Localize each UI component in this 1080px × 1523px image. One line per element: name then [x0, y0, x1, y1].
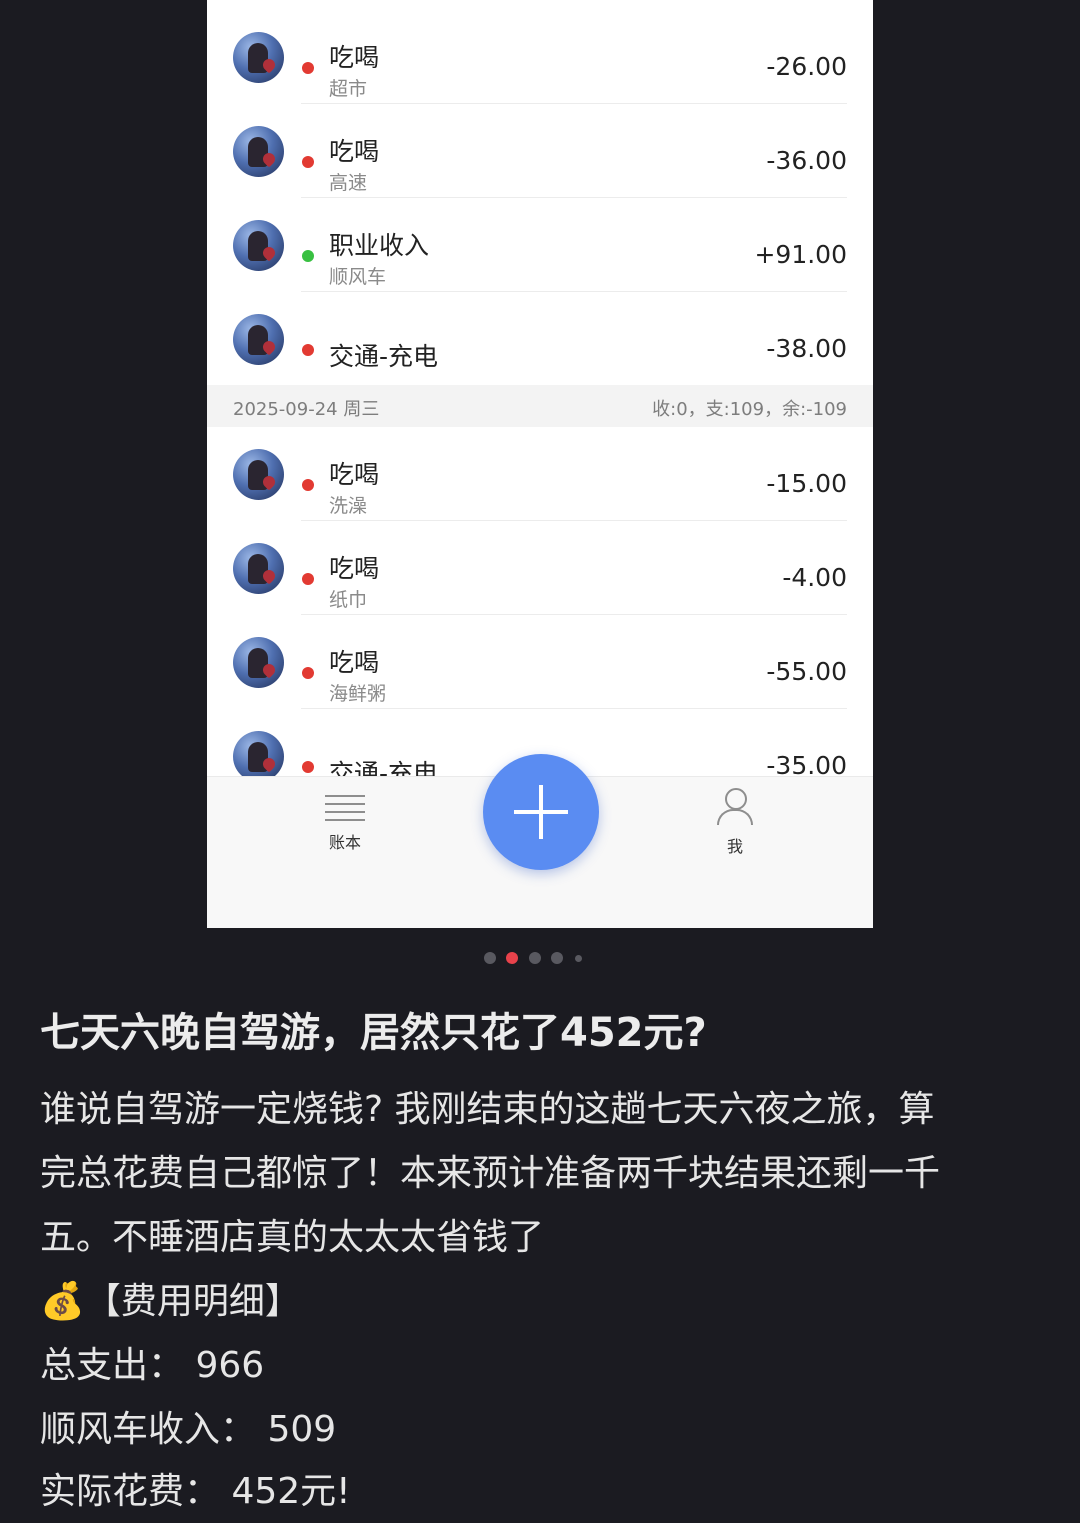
- transaction-amount: -55.00: [766, 657, 847, 686]
- post-body-line: 实际花费： 452元!: [40, 1471, 351, 1512]
- transaction-row[interactable]: 交通-充电 -38.00: [207, 292, 873, 386]
- carousel-dot-active[interactable]: [506, 952, 518, 964]
- page: 吃喝 超市 -26.00 吃喝 高速 -36.00 职业收入 顺风车 +91.0…: [0, 0, 1080, 1523]
- transaction-amount: -26.00: [766, 52, 847, 81]
- transaction-row[interactable]: 吃喝 海鲜粥 -55.00: [207, 615, 873, 709]
- transaction-category: 吃喝: [329, 648, 380, 677]
- transaction-category: 职业收入: [329, 231, 430, 260]
- day-header: 2025-09-24 周三 收:0，支:109，余:-109: [207, 385, 873, 427]
- transaction-note: 洗澡: [329, 495, 368, 517]
- avatar: [233, 126, 284, 177]
- transaction-note: 超市: [329, 78, 368, 100]
- expense-dot-icon: [302, 667, 314, 679]
- post-body-line: 顺风车收入： 509: [40, 1409, 337, 1450]
- tab-ledger-label: 账本: [328, 833, 361, 852]
- person-icon: [715, 787, 755, 827]
- transaction-note: 高速: [329, 172, 368, 194]
- post-title: 七天六晚自驾游，居然只花了452元?: [40, 1010, 707, 1056]
- transaction-category: 吃喝: [329, 137, 380, 166]
- transaction-amount: -38.00: [766, 334, 847, 363]
- transaction-amount: -15.00: [766, 469, 847, 498]
- transaction-amount: +91.00: [754, 240, 847, 269]
- transaction-list[interactable]: 吃喝 超市 -26.00 吃喝 高速 -36.00 职业收入 顺风车 +91.0…: [207, 0, 873, 776]
- transaction-note: 顺风车: [329, 266, 387, 288]
- expense-dot-icon: [302, 479, 314, 491]
- transaction-category: 交通-充电: [329, 759, 439, 776]
- avatar: [233, 32, 284, 83]
- transaction-amount: -35.00: [766, 751, 847, 776]
- transaction-category: 吃喝: [329, 43, 380, 72]
- post-body-line: 💰【费用明细】: [40, 1281, 301, 1322]
- tab-me-label: 我: [726, 837, 743, 856]
- transaction-category: 交通-充电: [329, 342, 439, 371]
- transaction-note: 海鲜粥: [329, 683, 387, 705]
- post-body-line: 完总花费自己都惊了！本来预计准备两千块结果还剩一千: [40, 1153, 941, 1194]
- phone-screenshot: 吃喝 超市 -26.00 吃喝 高速 -36.00 职业收入 顺风车 +91.0…: [207, 0, 873, 928]
- transaction-amount: -4.00: [782, 563, 847, 592]
- avatar: [233, 731, 284, 776]
- post-body-line: 五。不睡酒店真的太太太省钱了: [40, 1217, 545, 1258]
- transaction-category: 吃喝: [329, 460, 380, 489]
- add-record-button[interactable]: [483, 754, 599, 870]
- transaction-category: 吃喝: [329, 554, 380, 583]
- transaction-row[interactable]: 吃喝 超市 -26.00: [207, 10, 873, 104]
- expense-dot-icon: [302, 761, 314, 773]
- avatar: [233, 220, 284, 271]
- day-header-summary: 收:0，支:109，余:-109: [652, 399, 847, 420]
- transaction-row[interactable]: 职业收入 顺风车 +91.00: [207, 198, 873, 292]
- avatar: [233, 449, 284, 500]
- carousel-dot[interactable]: [551, 952, 563, 964]
- day-header-date: 2025-09-24 周三: [233, 399, 380, 420]
- post-body-line: 谁说自驾游一定烧钱? 我刚结束的这趟七天六夜之旅，算: [40, 1089, 935, 1130]
- transaction-row[interactable]: 吃喝 纸巾 -4.00: [207, 521, 873, 615]
- post-body-line: 总支出： 966: [40, 1345, 265, 1386]
- expense-dot-icon: [302, 156, 314, 168]
- transaction-amount: -36.00: [766, 146, 847, 175]
- list-icon: [325, 793, 365, 823]
- expense-dot-icon: [302, 573, 314, 585]
- carousel-dot[interactable]: [529, 952, 541, 964]
- tab-ledger[interactable]: 账本: [305, 787, 385, 853]
- carousel-dot[interactable]: [484, 952, 496, 964]
- income-dot-icon: [302, 250, 314, 262]
- avatar: [233, 314, 284, 365]
- avatar: [233, 637, 284, 688]
- tab-me[interactable]: 我: [695, 787, 775, 857]
- expense-dot-icon: [302, 62, 314, 74]
- transaction-note: 纸巾: [329, 589, 368, 611]
- expense-dot-icon: [302, 344, 314, 356]
- avatar: [233, 543, 284, 594]
- transaction-row[interactable]: 吃喝 高速 -36.00: [207, 104, 873, 198]
- carousel-dot[interactable]: [575, 955, 582, 962]
- transaction-row[interactable]: 吃喝 洗澡 -15.00: [207, 427, 873, 521]
